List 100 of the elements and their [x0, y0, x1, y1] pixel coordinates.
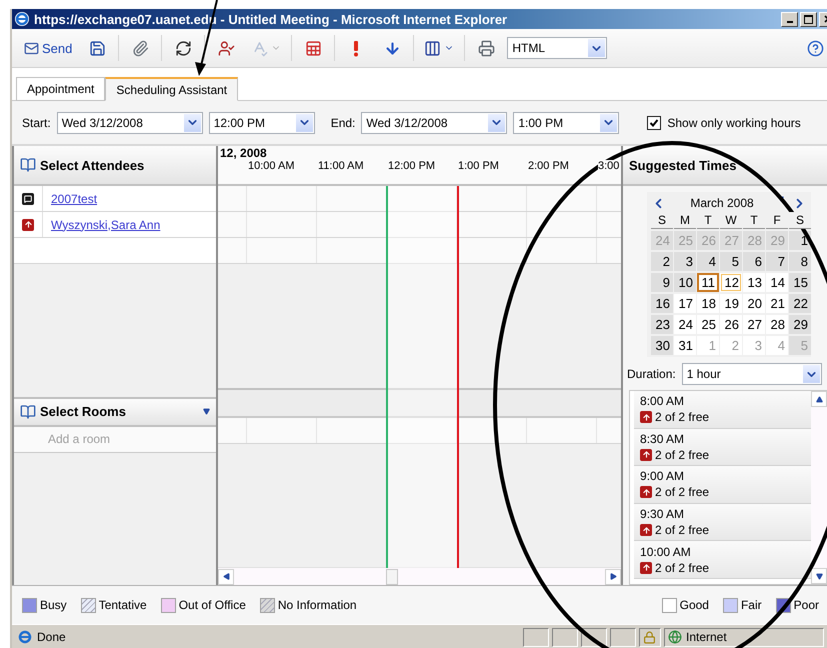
caret-icon[interactable] [203, 408, 210, 415]
attendee-link[interactable]: Wyszynski,Sara Ann [51, 218, 160, 232]
timeline-date: 12, 2008 [219, 146, 268, 160]
calendar-day[interactable]: 4 [697, 252, 720, 271]
scroll-thumb[interactable] [386, 569, 398, 585]
time-slot[interactable]: 8:30 AM 2 of 2 free [634, 428, 811, 466]
checkbox[interactable] [647, 116, 662, 130]
calendar-day[interactable]: 25 [697, 315, 720, 334]
calendar-day[interactable]: 7 [766, 252, 788, 271]
exclamation-icon [352, 40, 360, 56]
save-icon [88, 40, 106, 56]
calendar-day[interactable]: 11 [697, 273, 720, 292]
panel-title: Suggested Times [629, 158, 738, 172]
calendar-day[interactable]: 24 [674, 315, 696, 334]
slot-availability: 2 of 2 free [655, 485, 710, 500]
scroll-left-button[interactable] [218, 568, 234, 584]
hour-label: 2:00 PM [528, 160, 569, 172]
end-date-field[interactable]: Wed 3/12/2008 [361, 112, 508, 134]
legend-label: No Information [278, 598, 357, 612]
hour-label: 11:00 AM [318, 160, 364, 172]
calendar-day[interactable]: 9 [651, 273, 674, 292]
status-pane [552, 628, 578, 646]
time-slot[interactable]: 9:00 AM 2 of 2 free [634, 466, 811, 504]
time-slot[interactable]: 8:00 AM 2 of 2 free [634, 391, 811, 429]
legend-label: Busy [40, 598, 67, 612]
slot-time: 8:00 AM [640, 394, 684, 408]
slot-availability: 2 of 2 free [655, 523, 710, 538]
chevron-down-icon [600, 114, 618, 132]
left-triangle-icon [222, 573, 230, 580]
hour-label: 10:00 AM [248, 160, 294, 172]
chevron-down-icon [488, 114, 506, 132]
calendar-day[interactable]: 29 [789, 315, 812, 334]
status-pane [610, 628, 636, 646]
window-title: https://exchange07.uanet.edu - Untitled Meeting - Microsoft Internet Explorer [34, 12, 508, 26]
start-time-field[interactable]: 12:00 PM [208, 112, 315, 134]
legend-label: Poor [794, 598, 819, 612]
calendar-day[interactable]: 21 [766, 294, 788, 313]
panel-title: Select Attendees [40, 158, 146, 172]
calendar-day[interactable]: 28 [766, 315, 788, 334]
calendar-day[interactable]: 10 [674, 273, 696, 292]
calendar-day[interactable]: 3 [674, 252, 696, 271]
caret-icon[interactable] [778, 196, 784, 202]
minimize-button[interactable] [781, 12, 798, 26]
start-label: Start: [22, 116, 51, 130]
weekday-label: S [789, 212, 812, 229]
browser-icon [17, 629, 33, 645]
send-button[interactable]: Send [20, 35, 76, 61]
calendar-day[interactable]: 16 [651, 294, 674, 313]
tab[interactable]: Appointment [16, 77, 106, 101]
chevron-down-icon [588, 39, 606, 57]
zone-label: Internet [686, 630, 727, 644]
down-arrow-icon [384, 40, 401, 56]
calendar-day[interactable]: 15 [789, 273, 812, 292]
calendar-day[interactable]: 26 [720, 315, 742, 334]
status-text: Done [37, 630, 66, 644]
slot-time: 8:30 AM [640, 432, 684, 446]
refresh-icon [174, 40, 192, 56]
tab[interactable]: Scheduling Assistant [105, 77, 238, 101]
calendar-day[interactable]: 23 [651, 315, 674, 334]
right-triangle-icon [610, 573, 617, 580]
calendar-day[interactable]: 6 [743, 252, 766, 271]
calendar-day[interactable]: 2 [651, 252, 674, 271]
maximize-button[interactable] [800, 12, 817, 26]
end-label: End: [330, 116, 356, 130]
start-date-field[interactable]: Wed 3/12/2008 [56, 112, 203, 134]
calendar-day[interactable]: 17 [674, 294, 696, 313]
calendar-day[interactable]: 19 [720, 294, 742, 313]
end-time-field[interactable]: 1:00 PM [513, 112, 620, 134]
calendar-day[interactable]: 20 [743, 294, 766, 313]
calendar-day[interactable]: 18 [697, 294, 720, 313]
calendar-day[interactable]: 13 [743, 273, 766, 292]
hour-label: 3:00 [598, 160, 620, 172]
person-check-icon [218, 40, 235, 56]
calendar-day[interactable]: 8 [789, 252, 812, 271]
calendar-day[interactable]: 12 [720, 273, 742, 292]
scroll-down-button[interactable] [811, 568, 827, 584]
scroll-up-button[interactable] [811, 391, 827, 407]
calendar-day[interactable]: 31 [674, 336, 696, 355]
duration-label: Duration: [627, 367, 676, 381]
time-slot[interactable]: 10:00 AM 2 of 2 free [634, 541, 811, 579]
attendee-link[interactable]: 2007test [51, 192, 98, 206]
legend-label: Out of Office [178, 598, 246, 612]
lock-icon [643, 630, 656, 644]
calendar-day[interactable]: 22 [789, 294, 812, 313]
table-icon [304, 40, 322, 56]
maximize-icon [804, 14, 813, 24]
calendar-day[interactable]: 27 [743, 315, 766, 334]
calendar-day[interactable]: 14 [766, 273, 788, 292]
calendar-day[interactable]: 5 [720, 252, 742, 271]
time-slot[interactable]: 9:30 AM 2 of 2 free [634, 504, 811, 542]
printer-icon [478, 40, 495, 56]
chevron-down-icon [296, 114, 313, 132]
browser-icon [14, 11, 30, 27]
scroll-right-button[interactable] [605, 568, 622, 584]
calendar-day[interactable]: 30 [651, 336, 674, 355]
format-dropdown[interactable]: HTML [507, 37, 608, 59]
duration-dropdown[interactable]: 1 hour [682, 363, 822, 385]
address-book-icon[interactable] [20, 157, 36, 173]
address-book-icon[interactable] [20, 404, 36, 420]
columns-icon [424, 40, 442, 56]
